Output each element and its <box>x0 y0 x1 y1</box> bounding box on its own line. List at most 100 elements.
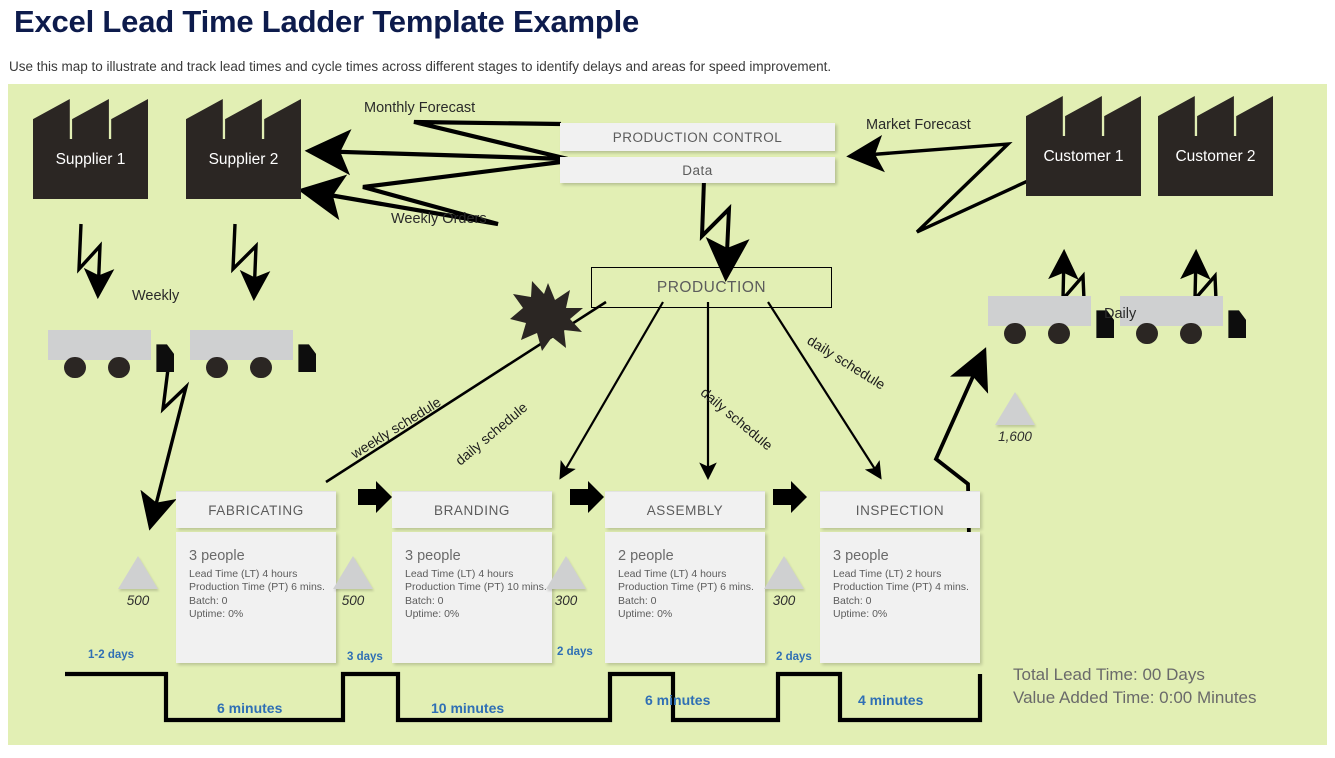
process-time-label-3: 6 minutes <box>645 692 711 708</box>
process-production-time: Production Time (PT) 4 mins. <box>833 581 969 594</box>
production-control-box[interactable]: PRODUCTION CONTROL <box>560 123 835 151</box>
market-forecast-label: Market Forecast <box>866 117 971 133</box>
process-header-branding[interactable]: BRANDING <box>392 491 552 528</box>
monthly-forecast-arrow <box>304 119 569 176</box>
truck-wheel-icon <box>1180 322 1202 344</box>
truck-cab-icon <box>1228 310 1246 339</box>
truck-cab-icon <box>156 344 174 373</box>
inventory-triangle-icon <box>995 392 1035 425</box>
truck-trailer-icon <box>48 330 152 360</box>
daily-shipment-label: Daily <box>1104 306 1137 322</box>
data-label: Data <box>682 162 713 178</box>
truck-wheel-icon <box>250 356 272 378</box>
inventory-triangle-icon <box>764 556 804 589</box>
process-flow-arrow-2 <box>570 481 604 513</box>
factory-roof-icon <box>33 99 148 141</box>
customer-2[interactable]: Customer 2 <box>1158 96 1273 196</box>
page-subtitle: Use this map to illustrate and track lea… <box>9 59 832 74</box>
process-title: FABRICATING <box>208 502 304 518</box>
inventory-qty: 300 <box>554 593 578 608</box>
truck-wheel-icon <box>1048 322 1070 344</box>
truck-wheel-icon <box>108 356 130 378</box>
inventory-qty: 300 <box>772 593 796 608</box>
truck-wheel-icon <box>1136 322 1158 344</box>
wait-time-label-2: 3 days <box>347 651 383 663</box>
shipment-truck-supplier-1 <box>48 330 174 378</box>
process-body-assembly[interactable]: 2 people Lead Time (LT) 4 hours Producti… <box>605 532 765 663</box>
value-stream-map-canvas: Supplier 1 Supplier 2 Customer 1 Custome… <box>8 84 1327 745</box>
factory-body-icon <box>33 139 148 199</box>
production-control-label: PRODUCTION CONTROL <box>612 129 783 145</box>
inventory-before-fabricating[interactable]: 500 <box>98 556 178 608</box>
process-title: INSPECTION <box>855 502 945 518</box>
inventory-before-assembly[interactable]: 300 <box>526 556 606 608</box>
process-time-label-2: 10 minutes <box>431 700 505 716</box>
supplier-2[interactable]: Supplier 2 <box>186 99 301 199</box>
process-uptime: Uptime: 0% <box>405 607 460 620</box>
market-forecast-arrow <box>846 134 1044 234</box>
factory-roof-icon <box>1026 96 1141 138</box>
process-header-fabricating[interactable]: FABRICATING <box>176 491 336 528</box>
shipment-truck-supplier-2 <box>190 330 316 378</box>
shipment-truck-customer-1 <box>988 296 1114 344</box>
inventory-triangle-icon <box>118 556 158 589</box>
inventory-qty: 1,600 <box>998 429 1032 444</box>
factory-body-icon <box>1026 136 1141 196</box>
monthly-forecast-label: Monthly Forecast <box>364 100 476 116</box>
supplier-1-label: Supplier 1 <box>55 151 126 168</box>
truck-wheel-icon <box>206 356 228 378</box>
supplier-1[interactable]: Supplier 1 <box>33 99 148 199</box>
timeline-ladder-path <box>65 671 983 723</box>
process-people: 3 people <box>833 548 889 564</box>
production-label: PRODUCTION <box>656 278 767 296</box>
truck-cab-icon <box>298 344 316 373</box>
process-batch: Batch: 0 <box>618 594 657 607</box>
truck-trailer-icon <box>190 330 294 360</box>
wait-time-label-4: 2 days <box>776 651 812 663</box>
inventory-finished-goods[interactable]: 1,600 <box>975 392 1055 444</box>
production-to-inspection-line <box>767 301 882 480</box>
data-to-production-arrow <box>699 179 750 282</box>
supplier1-push-arrow <box>77 223 115 300</box>
process-lead-time: Lead Time (LT) 2 hours <box>833 567 942 580</box>
process-uptime: Uptime: 0% <box>833 607 888 620</box>
production-box[interactable]: PRODUCTION <box>591 267 832 308</box>
factory-body-icon <box>186 139 301 199</box>
process-people: 2 people <box>618 548 674 564</box>
kaizen-burst-icon <box>510 281 583 351</box>
factory-roof-icon <box>186 99 301 141</box>
supplier-2-label: Supplier 2 <box>208 151 279 168</box>
inventory-triangle-icon <box>333 556 373 589</box>
weekly-shipment-label: Weekly <box>132 288 180 304</box>
weekly-orders-label: Weekly Orders <box>391 211 487 227</box>
customer-1[interactable]: Customer 1 <box>1026 96 1141 196</box>
data-box[interactable]: Data <box>560 157 835 183</box>
total-lead-time: Total Lead Time: 00 Days <box>1013 665 1205 684</box>
inventory-before-branding[interactable]: 500 <box>313 556 393 608</box>
customer-2-label: Customer 2 <box>1175 148 1256 165</box>
process-body-inspection[interactable]: 3 people Lead Time (LT) 2 hours Producti… <box>820 532 980 663</box>
inventory-before-inspection[interactable]: 300 <box>744 556 824 608</box>
customer-1-label: Customer 1 <box>1043 148 1124 165</box>
wait-time-label-1: 1-2 days <box>88 649 135 661</box>
truck-wheel-icon <box>1004 322 1026 344</box>
factory-body-icon <box>1158 136 1273 196</box>
shipment-truck-customer-2 <box>1120 296 1246 344</box>
process-header-inspection[interactable]: INSPECTION <box>820 491 980 528</box>
process-header-assembly[interactable]: ASSEMBLY <box>605 491 765 528</box>
process-uptime: Uptime: 0% <box>618 607 673 620</box>
process-flow-arrow-3 <box>773 481 807 513</box>
truck-wheel-icon <box>64 356 86 378</box>
process-batch: Batch: 0 <box>833 594 872 607</box>
truck-trailer-icon <box>988 296 1092 326</box>
factory-roof-icon <box>1158 96 1273 138</box>
process-time-label-4: 4 minutes <box>858 692 924 708</box>
inventory-qty: 500 <box>341 593 365 608</box>
process-lead-time: Lead Time (LT) 4 hours <box>618 567 727 580</box>
process-title: ASSEMBLY <box>646 502 724 518</box>
process-body-fabricating[interactable]: 3 people Lead Time (LT) 4 hours Producti… <box>176 532 336 663</box>
totals-block: Total Lead Time: 00 Days Value Added Tim… <box>1013 664 1257 710</box>
inventory-qty: 500 <box>126 593 150 608</box>
process-uptime: Uptime: 0% <box>189 607 244 620</box>
inventory-triangle-icon <box>546 556 586 589</box>
